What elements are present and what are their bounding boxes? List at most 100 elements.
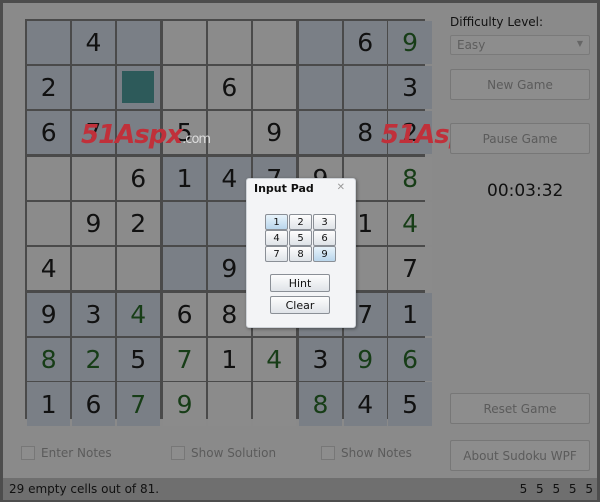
grid-cell[interactable]: 3 (71, 292, 116, 337)
grid-cell[interactable]: 9 (162, 382, 207, 426)
about-button[interactable]: About Sudoku WPF (450, 440, 590, 471)
grid-cell[interactable]: 4 (252, 337, 296, 381)
grid-cell[interactable]: 7 (162, 337, 207, 381)
grid-cell[interactable]: 2 (71, 337, 116, 381)
grid-cell[interactable]: 8 (298, 382, 343, 426)
watermark-suffix: .com (182, 132, 211, 147)
number-button-1[interactable]: 1 (265, 214, 288, 230)
grid-cell[interactable]: 8 (27, 337, 71, 381)
grid-cell[interactable]: 2 (116, 201, 160, 245)
grid-cell[interactable]: 6 (27, 110, 71, 154)
grid-cell[interactable]: 3 (298, 337, 343, 381)
grid-cell[interactable]: 8 (388, 156, 432, 201)
grid-cell[interactable] (207, 382, 251, 426)
grid-cell[interactable] (71, 156, 116, 201)
grid-cell[interactable]: 6 (207, 65, 251, 110)
number-button-7[interactable]: 7 (265, 246, 288, 262)
input-pad-title: Input Pad (254, 182, 314, 195)
new-game-button[interactable]: New Game (450, 69, 590, 100)
grid-cell[interactable] (298, 21, 343, 65)
checkbox-box[interactable] (21, 446, 35, 460)
show-solution-checkbox[interactable]: Show Solution (171, 446, 276, 460)
grid-cell[interactable] (207, 110, 251, 154)
grid-cell[interactable] (71, 65, 116, 110)
grid-cell[interactable] (116, 246, 160, 290)
show-solution-label: Show Solution (191, 446, 277, 460)
pause-game-button[interactable]: Pause Game (450, 123, 590, 154)
sudoku-window: 4692636759826147989214497934687182571439… (0, 0, 600, 502)
status-bar: 29 empty cells out of 81. 5 5 5 5 5 (3, 478, 597, 500)
number-button-4[interactable]: 4 (265, 230, 288, 246)
number-counts: 5 5 5 5 5 (519, 482, 593, 496)
grid-cell[interactable]: 9 (27, 292, 71, 337)
grid-cell[interactable]: 6 (388, 337, 432, 381)
number-button-3[interactable]: 3 (313, 214, 336, 230)
grid-cell[interactable]: 8 (207, 292, 251, 337)
grid-cell[interactable] (207, 201, 251, 245)
grid-cell[interactable] (252, 382, 296, 426)
checkbox-box[interactable] (171, 446, 185, 460)
grid-cell[interactable] (162, 246, 207, 290)
grid-cell[interactable] (27, 21, 71, 65)
difficulty-value: Easy (457, 38, 486, 52)
number-button-2[interactable]: 2 (289, 214, 312, 230)
grid-cell[interactable]: 5 (116, 337, 160, 381)
grid-cell[interactable]: 2 (27, 65, 71, 110)
reset-game-button[interactable]: Reset Game (450, 393, 590, 424)
grid-cell[interactable]: 6 (162, 292, 207, 337)
grid-cell[interactable] (252, 21, 296, 65)
grid-cell[interactable]: 1 (27, 382, 71, 426)
grid-cell[interactable]: 5 (388, 382, 432, 426)
grid-cell[interactable] (298, 110, 343, 154)
sudoku-grid: 4692636759826147989214497934687182571439… (25, 19, 432, 426)
number-button-5[interactable]: 5 (289, 230, 312, 246)
grid-cell[interactable] (71, 246, 116, 290)
selected-cell-highlight (122, 71, 155, 104)
game-timer: 00:03:32 (487, 181, 564, 201)
input-pad-dialog: Input Pad ✕ 123 456 789 Hint Clear (246, 178, 356, 328)
grid-cell[interactable]: 6 (71, 382, 116, 426)
grid-cell[interactable]: 9 (71, 201, 116, 245)
grid-cell[interactable]: 1 (388, 292, 432, 337)
grid-cell[interactable]: 6 (343, 21, 387, 65)
grid-cell[interactable] (116, 21, 160, 65)
grid-cell[interactable]: 4 (71, 21, 116, 65)
grid-cell[interactable]: 4 (388, 201, 432, 245)
grid-cell[interactable]: 9 (252, 110, 296, 154)
grid-cell[interactable]: 3 (388, 65, 432, 110)
show-notes-label: Show Notes (341, 446, 412, 460)
grid-cell[interactable] (162, 201, 207, 245)
grid-cell[interactable] (27, 201, 71, 245)
grid-cell[interactable]: 7 (388, 246, 432, 290)
grid-cell[interactable]: 1 (207, 337, 251, 381)
grid-cell[interactable]: 9 (207, 246, 251, 290)
number-button-6[interactable]: 6 (313, 230, 336, 246)
enter-notes-checkbox[interactable]: Enter Notes (21, 446, 112, 460)
grid-cell[interactable]: 7 (116, 382, 160, 426)
grid-cell[interactable] (252, 65, 296, 110)
grid-cell[interactable] (162, 21, 207, 65)
number-button-9[interactable]: 9 (313, 246, 336, 262)
grid-cell[interactable] (298, 65, 343, 110)
grid-cell[interactable]: 4 (27, 246, 71, 290)
grid-cell[interactable]: 6 (116, 156, 160, 201)
hint-button[interactable]: Hint (270, 274, 330, 292)
grid-cell[interactable] (343, 65, 387, 110)
clear-button[interactable]: Clear (270, 296, 330, 314)
close-icon[interactable]: ✕ (337, 182, 345, 193)
grid-cell[interactable] (27, 156, 71, 201)
grid-cell[interactable] (162, 65, 207, 110)
grid-cell[interactable]: 9 (388, 21, 432, 65)
grid-cell[interactable] (116, 65, 160, 110)
grid-cell[interactable]: 4 (207, 156, 251, 201)
show-notes-checkbox[interactable]: Show Notes (321, 446, 412, 460)
grid-cell[interactable]: 4 (116, 292, 160, 337)
difficulty-select[interactable]: Easy ▼ (450, 35, 590, 55)
grid-cell[interactable]: 4 (343, 382, 387, 426)
checkbox-box[interactable] (321, 446, 335, 460)
difficulty-label: Difficulty Level: (450, 15, 544, 29)
number-button-8[interactable]: 8 (289, 246, 312, 262)
grid-cell[interactable]: 1 (162, 156, 207, 201)
grid-cell[interactable]: 9 (343, 337, 387, 381)
grid-cell[interactable] (207, 21, 251, 65)
